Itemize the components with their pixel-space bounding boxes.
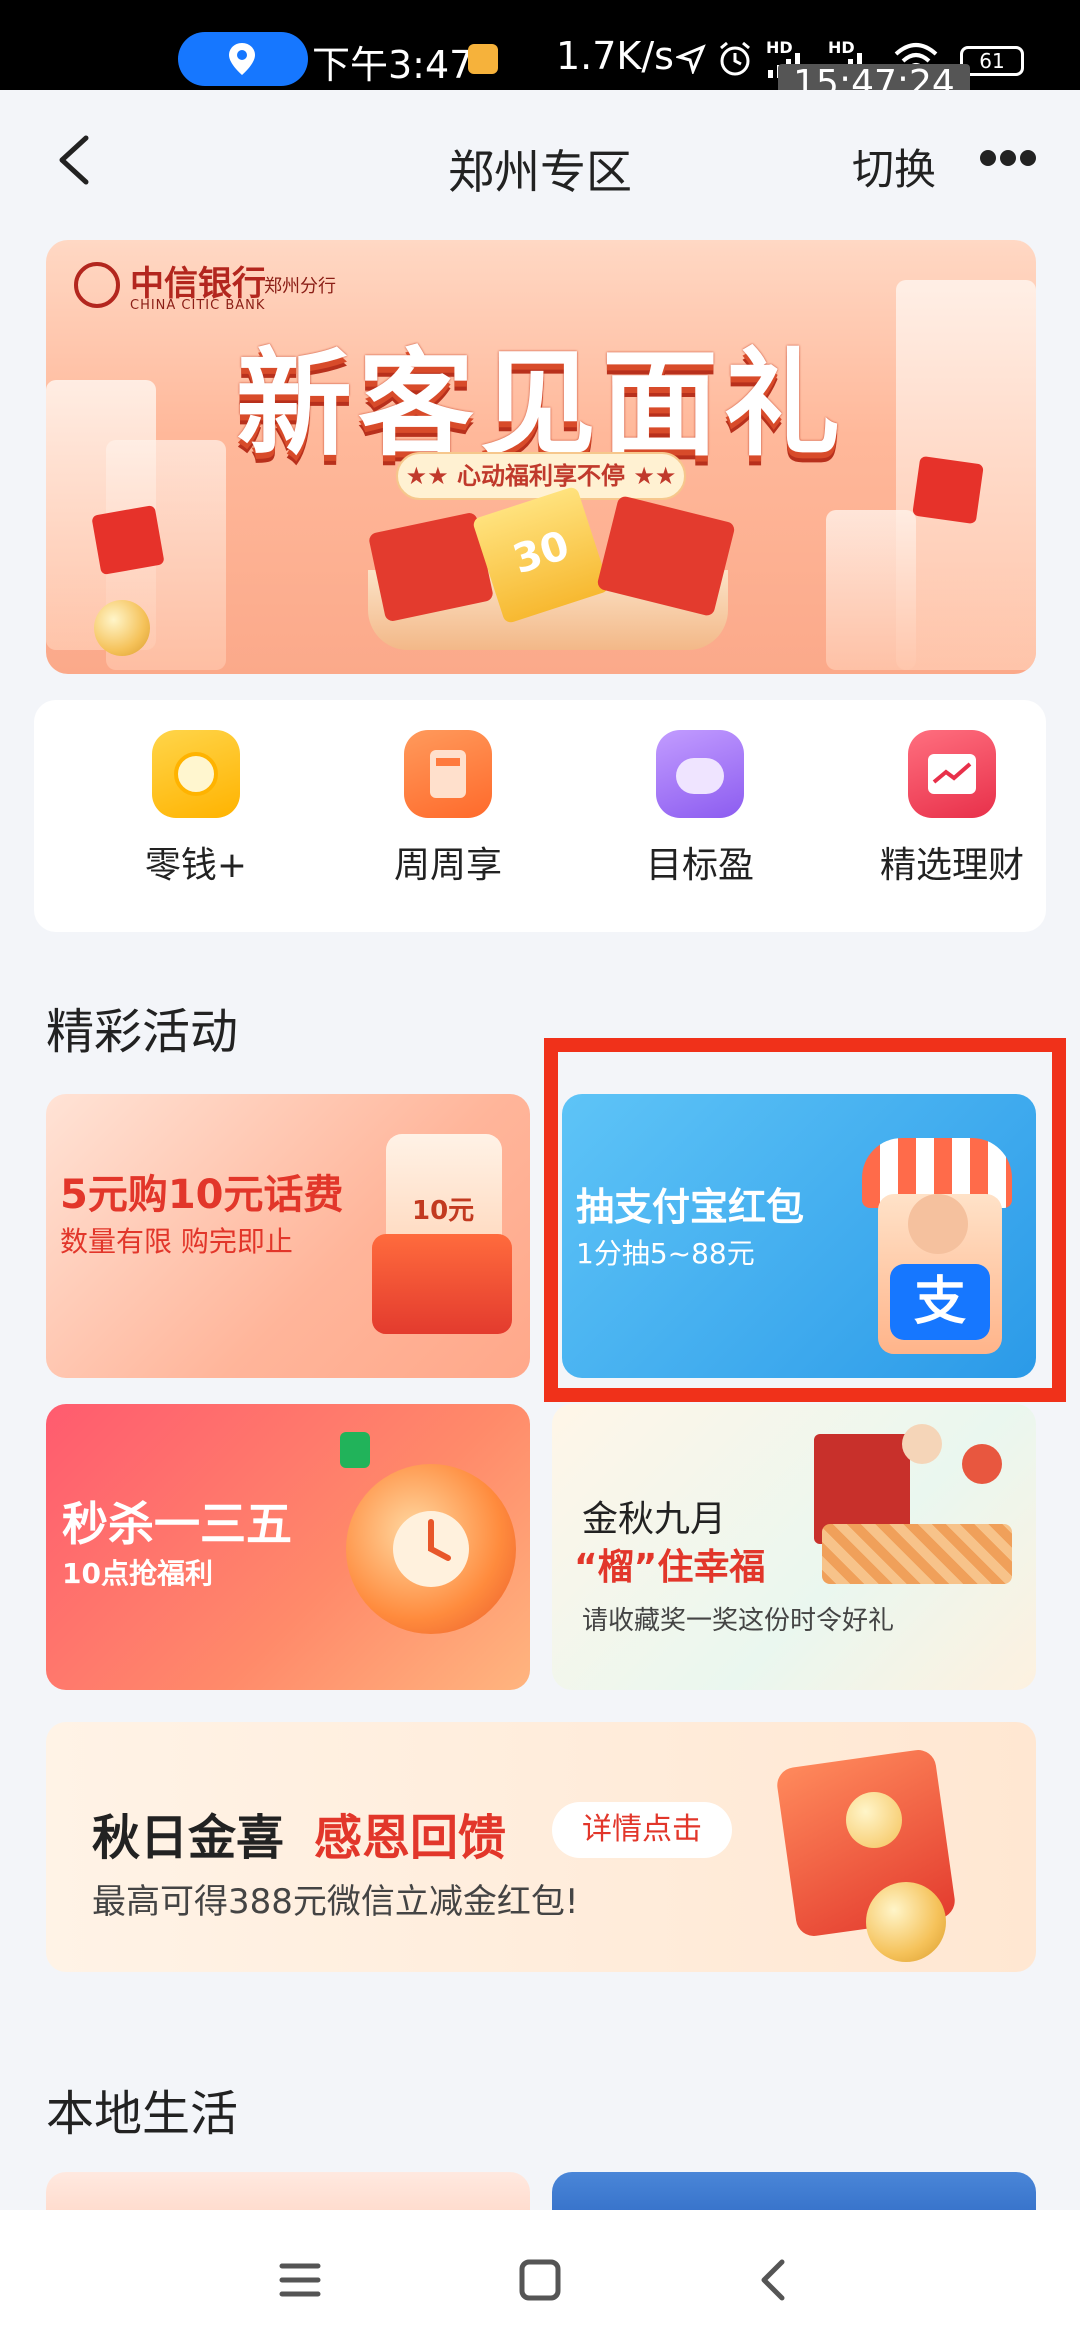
page-header: 郑州专区 切换 (0, 90, 1080, 230)
character-decoration (902, 1424, 942, 1464)
coupon-value: 30 (507, 522, 575, 584)
activity-card-autumn[interactable]: 金秋九月 “榴”住幸福 请收藏奖一奖这份时令好礼 (552, 1404, 1036, 1690)
wide-card-title-b: 感恩回馈 (314, 1810, 507, 1866)
citic-logo-icon (74, 262, 120, 308)
activity-card-phone-credit[interactable]: 5元购10元话费 数量有限 购完即止 10元 (46, 1094, 530, 1378)
section-title-local-life: 本地生活 (46, 2086, 239, 2142)
hero-banner[interactable]: 中信银行 CHINA CITIC BANK 郑州分行 新客见面礼 ★★ 心动福利… (46, 240, 1036, 674)
section-title-activities: 精彩活动 (46, 1004, 239, 1060)
location-pin-icon (229, 43, 255, 75)
coin-decoration (866, 1882, 946, 1962)
red-envelope-decoration (91, 504, 165, 576)
highlight-frame (544, 1038, 1066, 1402)
coupon-decoration (340, 1432, 370, 1468)
card-title: 秒杀一三五 (62, 1497, 292, 1551)
quick-item-mubiaoying[interactable]: 目标盈 (600, 730, 800, 888)
navigation-arrow-icon (676, 44, 706, 74)
location-indicator (178, 32, 308, 86)
card-title: 金秋九月 (582, 1499, 727, 1540)
pomegranate-decoration (962, 1444, 1002, 1484)
status-bar: 下午3:47 1.7K/s HD HD 61 15:47:24 (0, 0, 1080, 104)
quick-item-lingqian[interactable]: 零钱+ (96, 730, 296, 888)
chart-icon (908, 730, 996, 818)
switch-city-button[interactable]: 切换 (852, 136, 936, 197)
wide-card-subtitle: 最高可得388元微信立减金红包! (92, 1882, 579, 1922)
red-envelope-decoration (372, 1234, 512, 1334)
tablecloth-decoration (822, 1524, 1012, 1584)
calculator-icon (404, 730, 492, 818)
alarm-clock-icon (346, 1464, 516, 1634)
building-decoration (826, 510, 916, 670)
card-title-2: “榴”住幸福 (574, 1547, 766, 1588)
card-title: 5元购10元话费 (60, 1172, 344, 1218)
status-time: 下午3:47 (312, 43, 474, 87)
quick-item-label: 周周享 (393, 845, 502, 886)
coin-decoration (94, 600, 150, 656)
card-subtitle: 请收藏奖一奖这份时令好礼 (582, 1606, 895, 1636)
alarm-icon (720, 41, 750, 76)
menu-icon[interactable] (270, 2250, 330, 2310)
quick-item-zhouzhouxiang[interactable]: 周周享 (348, 730, 548, 888)
quick-item-label: 精选理财 (879, 845, 1024, 886)
quick-menu: 零钱+ 周周享 目标盈 精选理财 (34, 700, 1046, 932)
more-options-icon[interactable] (980, 150, 1036, 168)
activity-card-autumn-gift[interactable]: 秋日金喜 感恩回馈 详情点击 最高可得388元微信立减金红包! (46, 1722, 1036, 1972)
quick-item-jingxuanlicai[interactable]: 精选理财 (852, 730, 1052, 888)
card-subtitle: 10点抢福利 (62, 1557, 213, 1590)
quick-item-label: 目标盈 (645, 845, 754, 886)
network-speed: 1.7K/s (556, 34, 674, 78)
branch-name: 郑州分行 (264, 276, 336, 297)
details-button[interactable]: 详情点击 (552, 1802, 732, 1858)
notification-icon (468, 44, 498, 74)
system-nav-bar (0, 2210, 1080, 2340)
hero-subtitle: ★★ 心动福利享不停 ★★ (396, 452, 686, 500)
card-tag: 10元 (412, 1196, 475, 1226)
card-subtitle: 数量有限 购完即止 (60, 1225, 293, 1258)
wide-card-title-a: 秋日金喜 (92, 1810, 285, 1866)
piggy-bank-icon (656, 730, 744, 818)
coin-icon (152, 730, 240, 818)
activity-card-flash-sale[interactable]: 秒杀一三五 10点抢福利 (46, 1404, 530, 1690)
coin-decoration (846, 1792, 902, 1848)
quick-item-label: 零钱+ (144, 845, 248, 886)
home-icon[interactable] (510, 2250, 570, 2310)
back-icon[interactable] (744, 2250, 804, 2310)
